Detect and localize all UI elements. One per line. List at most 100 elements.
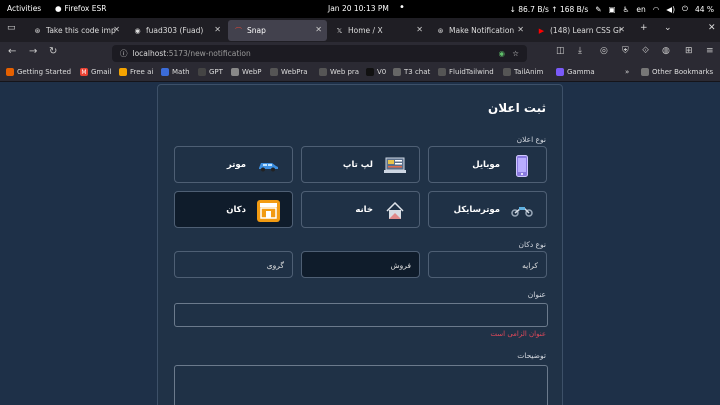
youtube-icon: ▶: [538, 26, 545, 35]
navigation-bar: ← → ↻ ⓘ localhost:5173/new-notification …: [0, 42, 720, 64]
ad-type-car[interactable]: موتر: [174, 146, 293, 183]
title-field-label: عنوان: [527, 290, 546, 299]
bookmark-item[interactable]: WebPra: [270, 68, 308, 76]
reload-icon[interactable]: ↻: [49, 46, 57, 57]
bookmark-item[interactable]: Web pra: [319, 68, 359, 76]
chat-icon: [393, 68, 401, 76]
shop-type-rent[interactable]: کرایه: [428, 251, 547, 278]
account-icon[interactable]: ◎: [600, 46, 608, 56]
page-icon: [270, 68, 278, 76]
folder-icon: [161, 68, 169, 76]
app-menu[interactable]: ● Firefox ESR: [55, 4, 106, 13]
url-bar[interactable]: ⓘ localhost:5173/new-notification ◉ ☆: [112, 45, 527, 62]
gmail-icon: M: [80, 68, 88, 76]
bookmark-item[interactable]: M Gmail: [80, 68, 111, 76]
ad-type-house[interactable]: خانه: [301, 191, 420, 228]
ad-type-mobile[interactable]: موبایل: [428, 146, 547, 183]
close-tab-icon[interactable]: ✕: [517, 25, 524, 34]
shop-type-sale[interactable]: فروش: [301, 251, 420, 278]
pocket-icon[interactable]: ◫: [556, 46, 565, 56]
ad-type-label: نوع اعلان: [516, 135, 546, 144]
ad-type-shop[interactable]: دکان: [174, 191, 293, 228]
system-top-bar: Activities ● Firefox ESR Jan 20 10:13 PM…: [0, 0, 720, 18]
v0-icon: [366, 68, 374, 76]
tab-strip: ▭ ⊛ Take this code imp ✕ ◉ fuad303 (Fuad…: [0, 18, 720, 42]
menu-icon[interactable]: ≡: [706, 46, 714, 56]
pen-icon: ✎: [595, 4, 602, 14]
tailwind-icon: [503, 68, 511, 76]
bookmark-item[interactable]: Getting Started: [6, 68, 71, 76]
bookmark-folder-other[interactable]: Other Bookmarks: [641, 68, 713, 76]
bookmarks-bar: Getting Started M Gmail Free ai Math GPT …: [0, 64, 720, 82]
tab-make-notification[interactable]: ⊛ Make Notification ✕: [430, 20, 529, 41]
extensions-puzzle-icon[interactable]: ⊞: [685, 46, 693, 56]
firefox-icon: [6, 68, 14, 76]
page-icon: [231, 68, 239, 76]
folder-icon: [641, 68, 649, 76]
bookmark-item[interactable]: Free ai: [119, 68, 153, 76]
shop-icon: [256, 199, 280, 222]
bookmark-item[interactable]: TailAnim: [503, 68, 543, 76]
ad-type-laptop[interactable]: لپ تاپ: [301, 146, 420, 183]
house-icon: [383, 199, 407, 222]
bookmark-item[interactable]: T3 chat: [393, 68, 430, 76]
url-path: :5173/new-notification: [166, 49, 251, 58]
bookmark-item[interactable]: V0: [366, 68, 386, 76]
tab-chatgpt[interactable]: ⊛ Take this code imp ✕: [27, 20, 125, 41]
wifi-icon: ◠: [652, 4, 660, 14]
motorcycle-icon: [510, 199, 534, 222]
app-name: Firefox ESR: [64, 4, 107, 13]
tab-x[interactable]: 𝕏 Home / X ✕: [329, 20, 428, 41]
car-icon: [256, 154, 280, 177]
chatgpt-icon: ⊛: [437, 26, 444, 35]
snap-icon: ⌒: [235, 26, 242, 35]
back-icon[interactable]: ←: [8, 46, 16, 57]
bookmark-item[interactable]: Math: [161, 68, 190, 76]
tab-github[interactable]: ◉ fuad303 (Fuad) ✕: [127, 20, 226, 41]
extension-icon[interactable]: ◉: [498, 49, 505, 58]
gamma-icon: [556, 68, 564, 76]
page-info-icon[interactable]: ⓘ: [120, 48, 128, 59]
chatgpt-icon: ⊛: [34, 26, 41, 35]
tab-youtube[interactable]: ▶ (148) Learn CSS Gr ✕: [531, 20, 630, 41]
folder-icon: [119, 68, 127, 76]
bookmark-item[interactable]: WebP: [231, 68, 261, 76]
forward-icon[interactable]: →: [29, 46, 37, 57]
ad-type-motorcycle[interactable]: موترسایکل: [428, 191, 547, 228]
network-speed: ↓ 86.7 B/s ↑ 168 B/s: [509, 4, 589, 14]
close-tab-icon[interactable]: ✕: [416, 25, 423, 34]
tab-snap[interactable]: ⌒ Snap ✕: [228, 20, 327, 41]
bookmark-item[interactable]: Gamma: [556, 68, 595, 76]
title-error-message: عنوان الزامی است: [490, 330, 546, 338]
system-tray[interactable]: ↓ 86.7 B/s ↑ 168 B/s ✎ ▣ ♿ en ◠ ◀) ⏻ 44 …: [510, 4, 714, 14]
extension-icon[interactable]: ⟐: [642, 46, 649, 56]
bookmarks-overflow-icon[interactable]: »: [625, 68, 629, 76]
clock[interactable]: Jan 20 10:13 PM: [328, 4, 389, 13]
x-icon: 𝕏: [336, 26, 343, 35]
url-host: localhost: [132, 49, 167, 58]
description-textarea[interactable]: [174, 365, 548, 405]
tab-list-chevron-icon[interactable]: ⌄: [664, 23, 672, 33]
page-content: ثبت اعلان نوع اعلان موبایل لپ تاپ موتر م…: [0, 82, 720, 405]
new-tab-icon[interactable]: +: [640, 23, 648, 33]
close-window-icon[interactable]: ✕: [708, 23, 716, 33]
accessibility-icon: ♿: [622, 4, 630, 14]
downloads-icon[interactable]: ⤓: [578, 46, 582, 56]
extension-icon[interactable]: ◍: [662, 46, 670, 56]
close-tab-icon[interactable]: ✕: [113, 25, 120, 34]
shop-type-label: نوع دکان: [518, 240, 546, 249]
title-input[interactable]: [174, 303, 548, 327]
close-tab-icon[interactable]: ✕: [214, 25, 221, 34]
github-icon: ◉: [134, 26, 141, 35]
tab-overview-icon[interactable]: ▭: [7, 23, 16, 33]
shield-icon[interactable]: ⛨: [622, 46, 629, 56]
page-icon: [319, 68, 327, 76]
bookmark-star-icon[interactable]: ☆: [512, 49, 519, 58]
activities-button[interactable]: Activities: [7, 4, 41, 13]
close-tab-icon[interactable]: ✕: [618, 25, 625, 34]
bookmark-item[interactable]: FluidTailwind: [438, 68, 494, 76]
bookmark-item[interactable]: GPT: [198, 68, 223, 76]
shop-type-mortgage[interactable]: گروی: [174, 251, 293, 278]
close-tab-icon[interactable]: ✕: [315, 25, 322, 34]
form-title: ثبت اعلان: [488, 101, 546, 115]
